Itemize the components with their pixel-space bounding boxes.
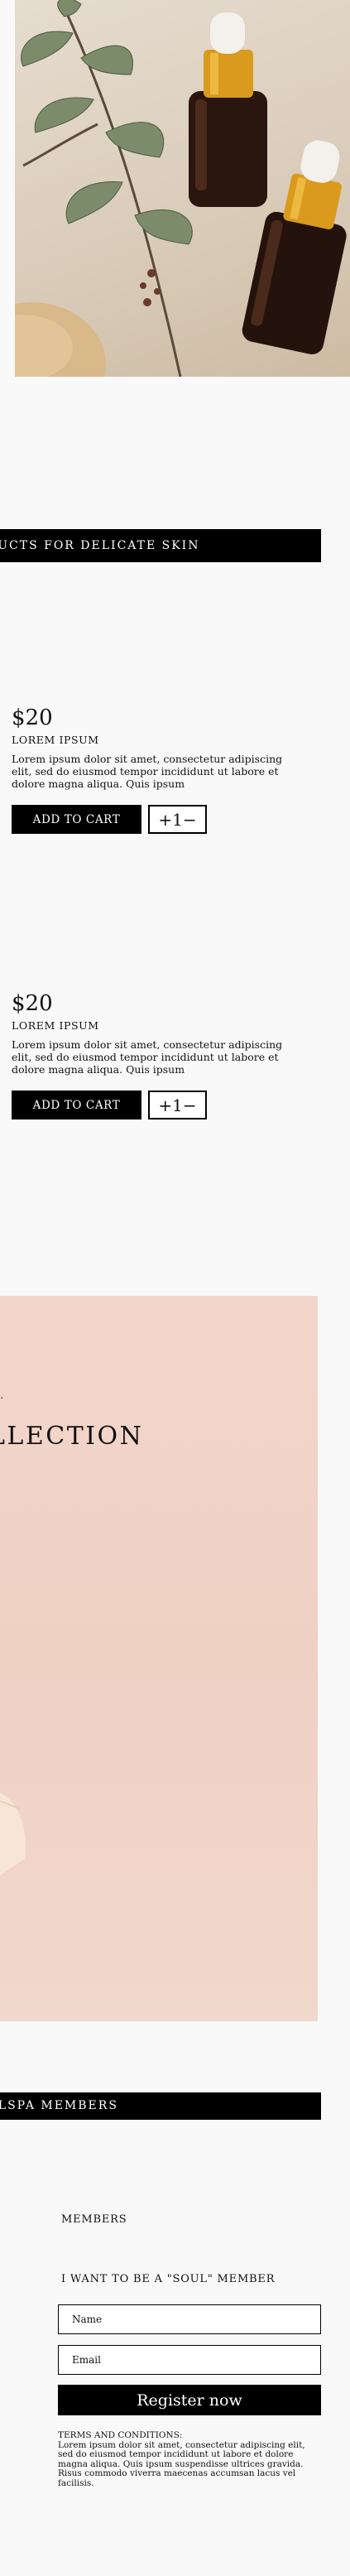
collection-mark: · [0, 1392, 4, 1405]
quantity-stepper[interactable]: +1− [148, 1091, 207, 1119]
product-description: Lorem ipsum dolor sit amet, consectetur … [12, 753, 283, 790]
collection-title: LLECTION [0, 1422, 144, 1451]
members-subheading: I WANT TO BE A "SOUL" MEMBER [61, 2273, 276, 2285]
hero-image [15, 0, 350, 377]
quantity-stepper[interactable]: +1− [148, 805, 207, 834]
cart-row: ADD TO CART +1− [12, 1091, 285, 1119]
terms-text: Lorem ipsum dolor sit amet, consectetur … [58, 2439, 305, 2488]
cart-row: ADD TO CART +1− [12, 805, 285, 834]
product-price: $20 [12, 991, 53, 1016]
members-banner-text: ULSPA MEMBERS [0, 2099, 118, 2112]
collection-image: · LLECTION [0, 1296, 318, 2021]
email-field[interactable] [58, 2345, 321, 2375]
members-banner: ULSPA MEMBERS [0, 2092, 321, 2120]
product-name: LOREM IPSUM [12, 1019, 99, 1032]
add-to-cart-button[interactable]: ADD TO CART [12, 805, 141, 834]
collection-product-shape [0, 1793, 26, 1875]
product-card: $20 LOREM IPSUM Lorem ipsum dolor sit am… [12, 705, 285, 834]
register-button[interactable]: Register now [58, 2385, 321, 2415]
product-card: $20 LOREM IPSUM Lorem ipsum dolor sit am… [12, 991, 285, 1119]
products-banner: DUCTS FOR DELICATE SKIN [0, 529, 321, 562]
members-heading: MEMBERS [61, 2213, 127, 2226]
terms-block: TERMS AND CONDITIONS: Lorem ipsum dolor … [58, 2430, 321, 2488]
product-name: LOREM IPSUM [12, 734, 99, 746]
product-price: $20 [12, 705, 53, 730]
terms-title: TERMS AND CONDITIONS: [58, 2430, 183, 2440]
add-to-cart-button[interactable]: ADD TO CART [12, 1091, 141, 1119]
products-banner-text: DUCTS FOR DELICATE SKIN [0, 539, 200, 552]
name-field[interactable] [58, 2304, 321, 2334]
product-description: Lorem ipsum dolor sit amet, consectetur … [12, 1038, 283, 1076]
